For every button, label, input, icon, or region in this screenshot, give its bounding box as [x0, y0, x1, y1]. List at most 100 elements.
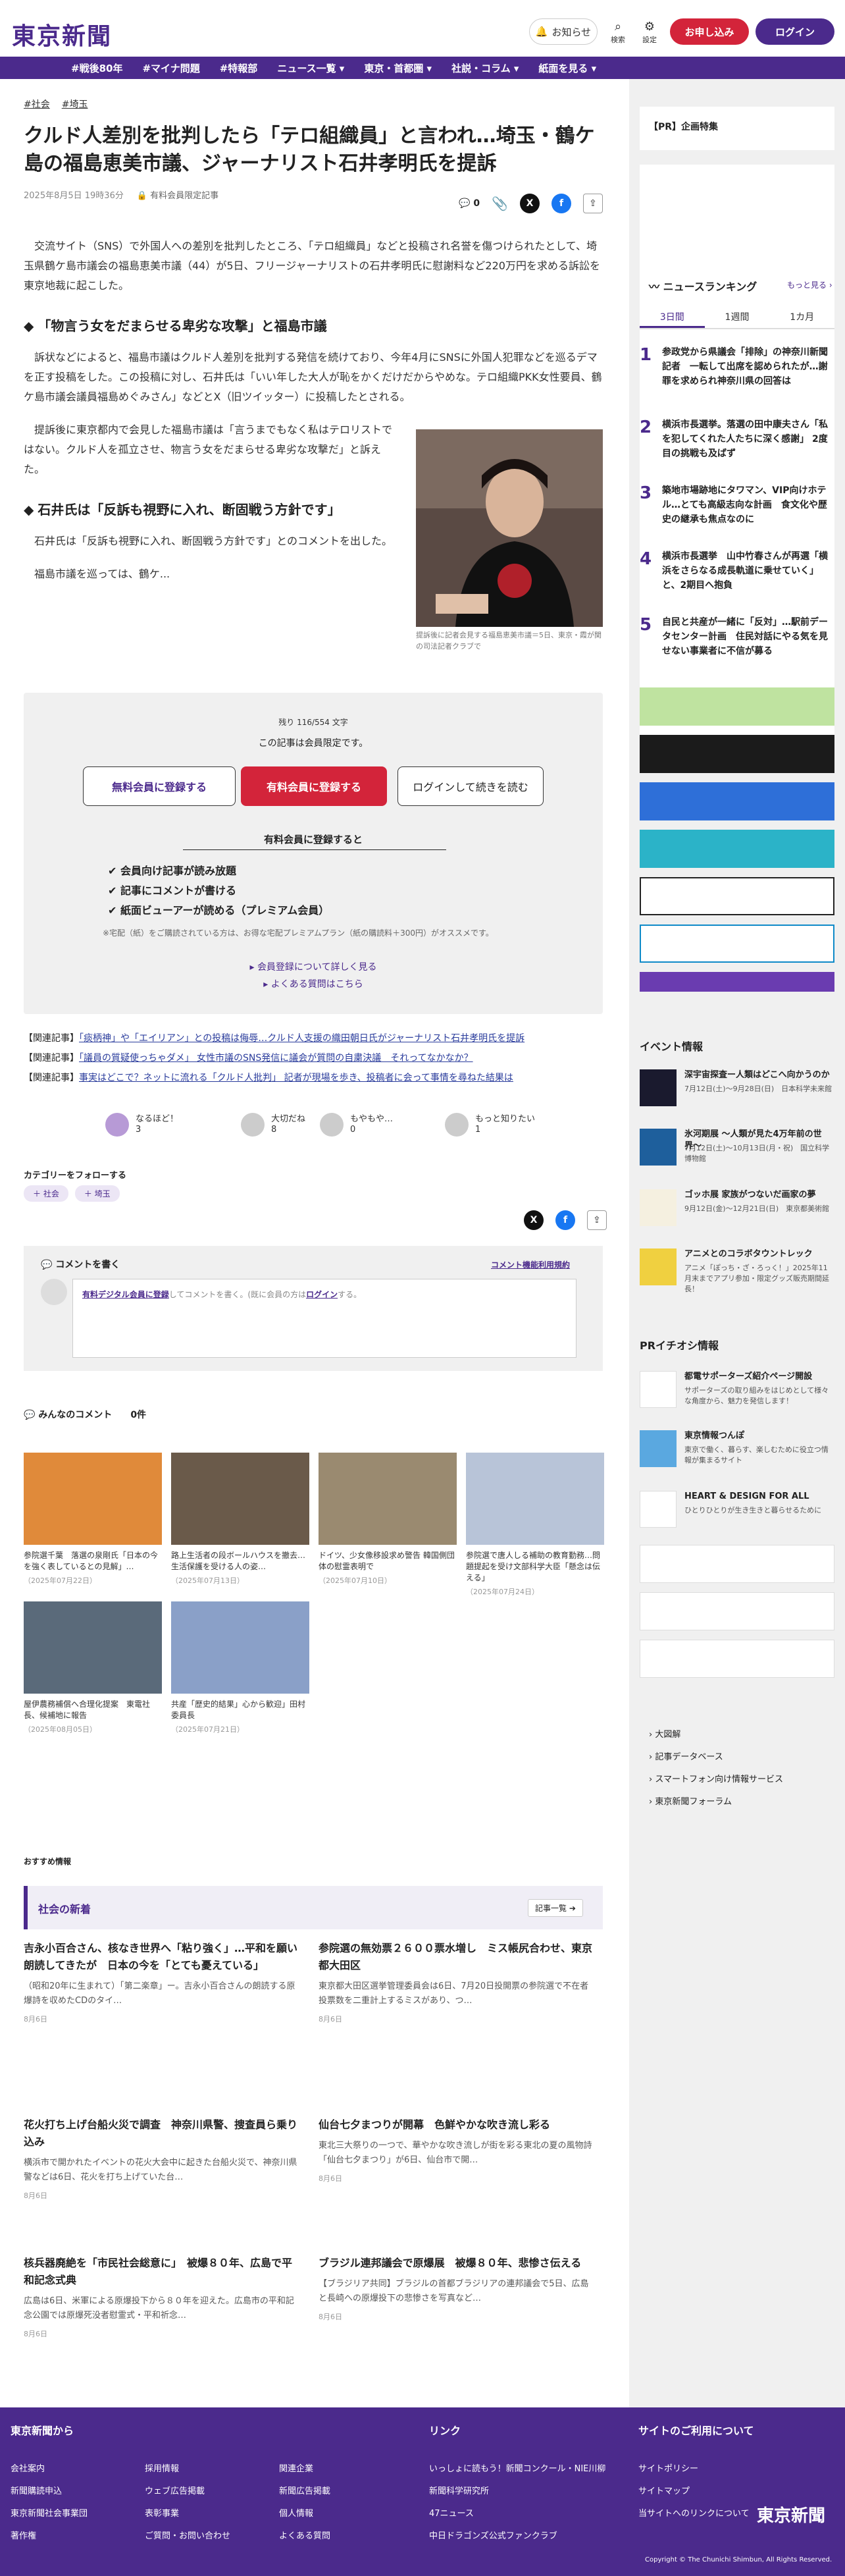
news-item[interactable]: ブラジル連邦議会で原爆展 被爆８０年、悲惨さ伝える 【ブラジリア共同】ブラジルの首…	[319, 2255, 595, 2322]
banner-chokanzu[interactable]	[640, 830, 834, 868]
x-share-icon[interactable]: X	[520, 194, 540, 213]
tab-1month[interactable]: 1カ月	[769, 306, 834, 328]
sidebar-link[interactable]: › 記事データベース	[649, 1746, 783, 1769]
follow-tag[interactable]: ＋ 埼玉	[74, 1185, 120, 1202]
login-continue-button[interactable]: ログインして続きを読む	[397, 766, 544, 806]
article-tags: #社会 #埼玉	[24, 97, 603, 111]
news-item[interactable]: 核兵器廃絶を「市民社会総意に」 被爆８０年、広島で平和記念式典 広島は6日、米軍に…	[24, 2255, 300, 2339]
free-register-button[interactable]: 無料会員に登録する	[83, 766, 236, 806]
nav-item[interactable]: 紙面を見る ▾	[538, 61, 596, 75]
footer-link[interactable]: サイトマップ	[638, 2484, 690, 2496]
tab-3days[interactable]: 3日間	[640, 306, 705, 328]
facebook-share-icon[interactable]: f	[555, 1210, 575, 1230]
banner-diversity[interactable]	[640, 972, 834, 992]
banner-chunichi-biz[interactable]	[640, 925, 834, 963]
pr-title: PRイチオシ情報	[640, 1339, 719, 1352]
search-button[interactable]: ⌕ 検索	[603, 20, 633, 49]
reaction-taisetsu[interactable]: 大切だね 8	[241, 1113, 305, 1137]
thumb-item[interactable]: 参院選で唐人しる補助の教育勤務…問題提起を受け文部科学大臣「懸念は伝える」 （20…	[466, 1453, 604, 1597]
settings-button[interactable]: ⚙ 設定	[634, 20, 665, 49]
thumb-item[interactable]: 屋伊農務補償へ合理化提案 東電社長、候補地に報告 （2025年08月05日）	[24, 1601, 162, 1734]
footer-link[interactable]: 著作権	[11, 2529, 36, 2541]
login-link[interactable]: ログイン	[306, 1290, 338, 1299]
register-detail-link[interactable]: ▸ 会員登録について詳しく見る	[24, 960, 603, 973]
nav-item[interactable]: #戦後80年	[71, 61, 122, 75]
x-share-icon[interactable]: X	[524, 1210, 544, 1230]
related-item[interactable]: 【関連記事】事実はどこで？ネットに流れる「クルド人批判」 記者が現場を歩き、投稿…	[24, 1068, 603, 1088]
banner-sukusuku[interactable]	[640, 687, 834, 726]
footer-link[interactable]: 関連企業	[279, 2461, 313, 2474]
footer-link[interactable]: 新聞科学研究所	[429, 2484, 489, 2496]
register-link[interactable]: 有料デジタル会員に登録	[82, 1290, 169, 1299]
reaction-naruhodo[interactable]: なるほど！ 3	[105, 1113, 178, 1137]
ranking-more-link[interactable]: もっと見る ›	[787, 279, 832, 290]
tab-1week[interactable]: 1週間	[705, 306, 770, 328]
thumb-item[interactable]: 参院選千葉 落選の泉剛氏「日本の今を強く表しているとの見解」… （2025年07月…	[24, 1453, 162, 1586]
article-photo[interactable]	[416, 429, 603, 627]
follow-tag[interactable]: ＋ 社会	[24, 1185, 68, 1202]
login-button[interactable]: ログイン	[755, 18, 834, 45]
tag-link[interactable]: #社会	[24, 97, 50, 111]
banner-gururi-tokyo[interactable]	[640, 1545, 834, 1583]
news-item[interactable]: 参院選の無効票２６００票水増し ミス帳尻合わせ、東京都大田区 東京都大田区選挙管理…	[319, 1940, 595, 2024]
footer-link[interactable]: いっしょに読もう！新聞コンクール・NIE川柳	[429, 2461, 605, 2474]
footer-link[interactable]: 新聞購読申込	[11, 2484, 62, 2496]
footer-link[interactable]: ご質問・お問い合わせ	[145, 2529, 230, 2541]
banner-prtimes[interactable]	[640, 1592, 834, 1630]
comment-input[interactable]: 有料デジタル会員に登録してコメントを書く。(既に会員の方はログインする。	[72, 1279, 576, 1358]
tag-link[interactable]: #埼玉	[62, 97, 88, 111]
notice-button[interactable]: 🔔 お知らせ	[529, 18, 598, 45]
nav-item[interactable]: #特報部	[220, 61, 258, 75]
pr-feature-box[interactable]: 【PR】企画特集	[640, 107, 834, 150]
paid-register-button[interactable]: 有料会員に登録する	[241, 766, 387, 806]
footer-link[interactable]: サイトポリシー	[638, 2461, 698, 2474]
nav-item[interactable]: 社説・コラム ▾	[451, 61, 519, 75]
sidebar-link[interactable]: › スマートフォン向け情報サービス	[649, 1769, 783, 1791]
apply-button[interactable]: お申し込み	[670, 18, 749, 45]
faq-link[interactable]: ▸ よくある質問はこちら	[24, 977, 603, 990]
news-item[interactable]: 吉永小百合さん、核なき世界へ「粘り強く」…平和を願い朗読してきたが 日本の今を「…	[24, 1940, 300, 2024]
comment-count[interactable]: 💬 0	[459, 198, 480, 209]
footer-link[interactable]: 新聞広告掲載	[279, 2484, 330, 2496]
nav-item[interactable]: ニュース一覧 ▾	[277, 61, 344, 75]
reaction-motto[interactable]: もっと知りたい 1	[445, 1113, 535, 1137]
facebook-share-icon[interactable]: f	[551, 194, 571, 213]
footer-link[interactable]: よくある質問	[279, 2529, 330, 2541]
footer-link[interactable]: 47ニュース	[429, 2506, 474, 2519]
comment-rules-link[interactable]: コメント機能利用規約	[491, 1259, 570, 1270]
events-title: イベント情報	[640, 1040, 704, 1053]
nav-item[interactable]: 東京・首都圏 ▾	[364, 61, 432, 75]
footer-link[interactable]: 表彰事業	[145, 2506, 179, 2519]
society-more-button[interactable]: 記事一覧 ➔	[528, 1899, 583, 1917]
clip-icon[interactable]: 📎	[492, 196, 508, 211]
footer-link[interactable]: 中日ドラゴンズ公式ファンクラブ	[429, 2529, 557, 2541]
thumb-item[interactable]: 共産「歴史的結果」心から歓迎」田村委員長 （2025年07月21日）	[171, 1601, 309, 1734]
thumb-item[interactable]: ドイツ、少女像移設求め警告 韓国側団体の慰霊表明で （2025年07月10日）	[319, 1453, 457, 1586]
article-subheading: 石井氏は「反訴も視野に入れ、断固戦う方針です」	[24, 499, 392, 518]
footer-link[interactable]: 個人情報	[279, 2506, 313, 2519]
footer-link[interactable]: 東京新聞社会事業団	[11, 2506, 88, 2519]
nav-item[interactable]: #マイナ問題	[142, 61, 199, 75]
banner-genpatsu[interactable]	[640, 877, 834, 915]
share-icon[interactable]: ⇪	[583, 194, 603, 213]
footer-link[interactable]: 当サイトへのリンクについて	[638, 2506, 750, 2519]
thumb-item[interactable]: 路上生活者の段ボールハウスを撤去…生活保護を受ける人の姿… （2025年07月13…	[171, 1453, 309, 1586]
footer-link[interactable]: ウェブ広告掲載	[145, 2484, 205, 2496]
event-image	[640, 1129, 677, 1166]
article-paragraph: 福島市議を巡っては、鶴ケ...	[34, 568, 170, 580]
news-item[interactable]: 仙台七夕まつりが開幕 色鮮やかな吹き流し彩る 東北三大祭りの一つで、華やかな吹き流…	[319, 2116, 595, 2184]
sidebar-link[interactable]: › 東京新聞フォーラム	[649, 1791, 783, 1813]
news-item[interactable]: 花火打ち上げ台船火災で調査 神奈川県警、捜査員ら乗り込み 横浜市で開かれたイベント…	[24, 2116, 300, 2201]
site-logo[interactable]: 東京新聞	[12, 17, 112, 51]
banner-standup-students[interactable]	[640, 735, 834, 773]
banner-official-shop[interactable]	[640, 1640, 834, 1678]
share-icon[interactable]: ⇪	[587, 1210, 607, 1230]
related-item[interactable]: 【関連記事】「議員の質疑使っちゃダメ」 女性市議のSNS発信に議会が質問の自粛決…	[24, 1048, 603, 1068]
reaction-moyamoya[interactable]: もやもや… 0	[320, 1113, 393, 1137]
banner-podcast[interactable]	[640, 782, 834, 820]
sidebar-link[interactable]: › 大図解	[649, 1724, 783, 1746]
society-title: 社会の新着	[38, 1903, 91, 1916]
related-item[interactable]: 【関連記事】「痰柄神」や「エイリアン」との投稿は侮辱…クルド人支援の織田朝日氏が…	[24, 1029, 603, 1048]
footer-link[interactable]: 会社案内	[11, 2461, 45, 2474]
footer-link[interactable]: 採用情報	[145, 2461, 179, 2474]
